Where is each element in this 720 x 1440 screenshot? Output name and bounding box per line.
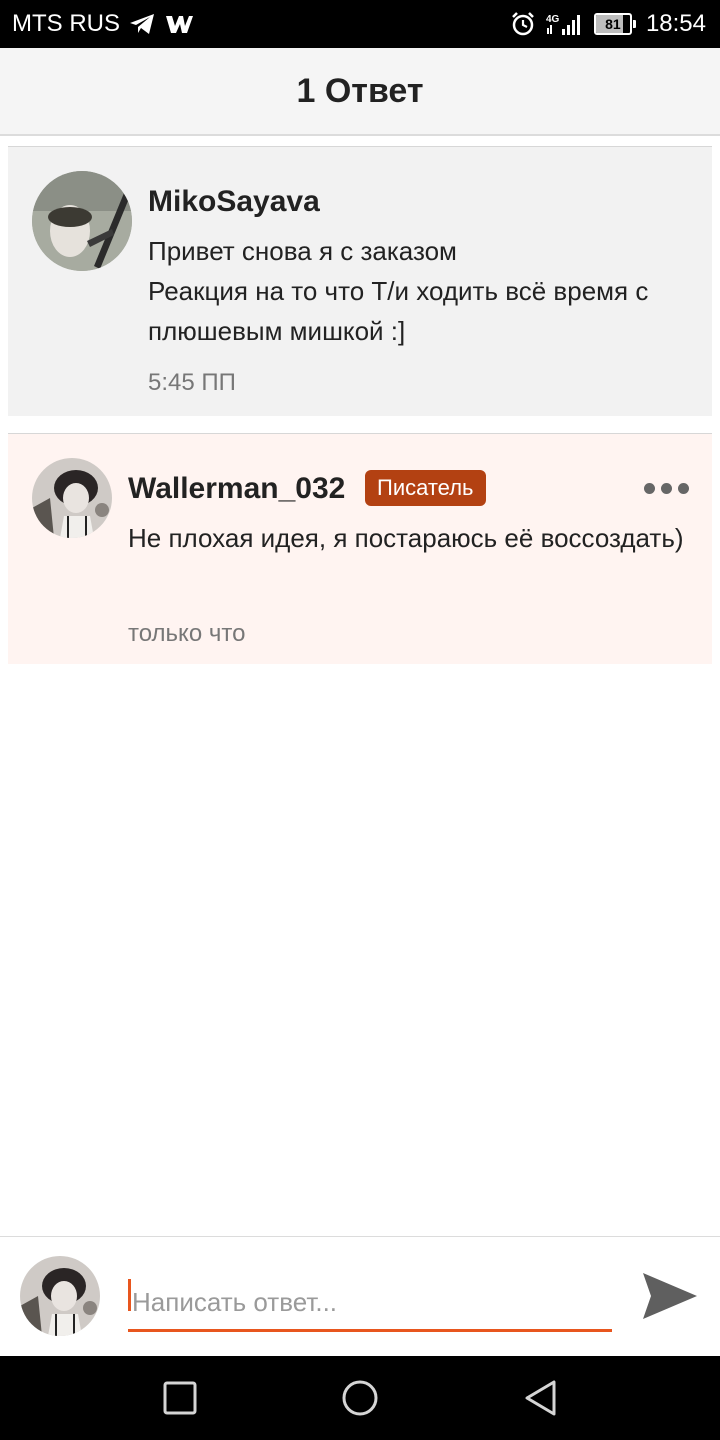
battery-level-text: 81	[605, 16, 621, 32]
carrier-name: MTS RUS	[12, 10, 120, 37]
comment-author[interactable]: MikoSayava	[148, 185, 320, 219]
avatar[interactable]	[32, 171, 132, 271]
replies-header: 1 Ответ	[0, 48, 720, 136]
text-cursor	[128, 1279, 131, 1311]
telegram-icon	[128, 12, 156, 36]
home-icon[interactable]	[336, 1374, 384, 1422]
comment-author[interactable]: Wallerman_032	[128, 472, 345, 506]
comment-timestamp: 5:45 ПП	[148, 369, 236, 396]
more-options-icon[interactable]	[644, 483, 689, 494]
back-icon[interactable]	[516, 1374, 564, 1422]
battery-icon: 81	[593, 13, 636, 35]
comment-timestamp: только что	[128, 620, 246, 647]
current-user-avatar	[20, 1256, 100, 1336]
status-time: 18:54	[645, 10, 706, 37]
send-icon[interactable]	[640, 1266, 700, 1326]
comment-text: Не плохая идея, я постараюсь её воссозда…	[128, 523, 684, 553]
signal-icon: 4G	[546, 11, 584, 37]
reply-input[interactable]	[128, 1276, 612, 1332]
avatar[interactable]	[32, 458, 112, 538]
network-type-label: 4G	[546, 14, 560, 25]
parent-comment: MikoSayava Привет снова я с заказом Реак…	[8, 146, 712, 416]
reply-comment: Wallerman_032 Писатель Не плохая идея, я…	[8, 433, 712, 664]
writer-badge: Писатель	[365, 470, 486, 506]
status-bar: MTS RUS 4G 81 18:54	[0, 0, 720, 48]
page-title: 1 Ответ	[296, 71, 424, 110]
comment-text: Привет снова я с заказом Реакция на то ч…	[148, 236, 649, 346]
wattpad-icon	[164, 12, 194, 36]
system-navigation-bar	[0, 1356, 720, 1440]
alarm-icon	[510, 11, 536, 37]
recent-apps-icon[interactable]	[156, 1374, 204, 1422]
